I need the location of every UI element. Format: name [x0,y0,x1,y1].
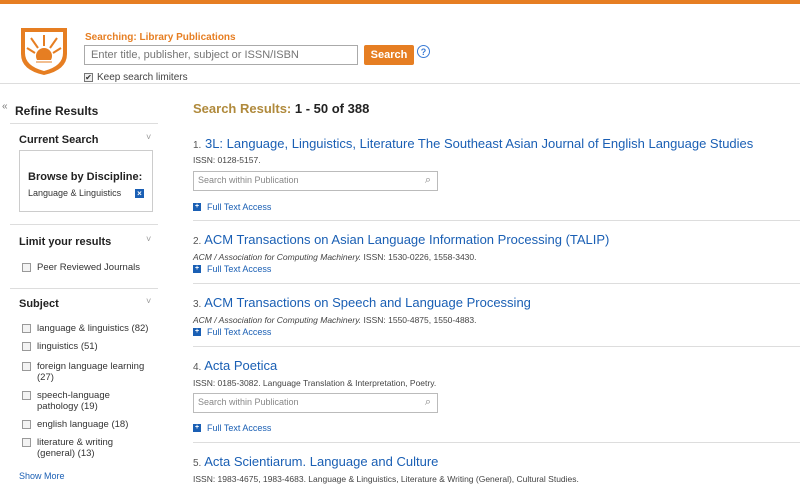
result-number: 3. [193,299,202,310]
result-title[interactable]: 5. Acta Scientiarum. Language and Cultur… [193,454,438,469]
help-icon[interactable]: ? [417,45,430,58]
subject-option[interactable]: speech-language pathology (19) [22,390,152,412]
search-within-placeholder: Search within Publication [198,175,299,185]
divider [10,123,158,124]
limit-results-heading[interactable]: Limit your results [19,236,111,248]
subject-label: language & linguistics (82) [37,323,149,334]
browse-value-label: Language & Linguistics [28,188,122,198]
subject-label: foreign language learning (27) [37,361,145,383]
header: Searching: Library Publications Search ?… [0,4,800,84]
search-within-input[interactable]: Search within Publication ⌕ [193,393,438,413]
result-number: 1. [193,140,202,151]
checkbox[interactable] [22,324,31,333]
results-range: 1 - 50 of 388 [294,101,370,116]
checkbox[interactable] [22,263,31,272]
peer-reviewed-label: Peer Reviewed Journals [37,262,140,273]
subject-heading[interactable]: Subject [19,298,59,310]
result-number: 2. [193,236,202,247]
results-heading: Search Results: 1 - 50 of 388 [193,101,369,116]
subject-option[interactable]: literature & writing (general) (13) [22,437,152,459]
result-meta: ISSN: 0185-3082. Language Translation & … [193,378,437,388]
browse-value: Language & Linguistics × [28,188,144,198]
plus-icon: + [193,328,201,336]
subject-option[interactable]: language & linguistics (82) [22,323,152,334]
subject-option[interactable]: linguistics (51) [22,341,152,352]
checkbox[interactable] [22,362,31,371]
full-text-label[interactable]: Full Text Access [207,423,271,433]
result-issn: ISSN: 1530-0226, 1558-3430. [361,252,477,262]
full-text-access-link[interactable]: + Full Text Access [193,423,271,433]
result-divider [193,346,800,347]
divider [10,224,158,225]
subject-label: linguistics (51) [37,341,98,352]
browse-title: Browse by Discipline: [28,171,143,183]
result-number: 5. [193,458,202,469]
full-text-label[interactable]: Full Text Access [207,202,271,212]
checkbox[interactable] [22,420,31,429]
result-meta: ISSN: 1983-4675, 1983-4683. Language & L… [193,474,579,484]
remove-filter-icon[interactable]: × [135,188,144,198]
subject-label: speech-language pathology (19) [37,390,110,412]
checkbox[interactable] [22,391,31,400]
refine-results-title: Refine Results [15,104,99,118]
result-title-text[interactable]: 3L: Language, Linguistics, Literature Th… [205,136,753,151]
collapse-sidebar-button[interactable]: « [2,101,8,112]
keep-limiters-option[interactable]: ✔ Keep search limiters [84,72,188,83]
full-text-label[interactable]: Full Text Access [207,327,271,337]
plus-icon: + [193,203,201,211]
plus-icon: + [193,265,201,273]
result-issn: ISSN: 1550-4875, 1550-4883. [361,315,477,325]
chevron-down-icon[interactable]: ˅ [146,132,151,142]
result-number: 4. [193,362,202,373]
result-meta: ACM / Association for Computing Machiner… [193,315,477,325]
subject-label: literature & writing (general) (13) [37,437,114,459]
search-button[interactable]: Search [364,45,414,65]
chevron-down-icon[interactable]: ˅ [146,234,151,244]
chevron-down-icon[interactable]: ˅ [146,296,151,306]
result-meta: ISSN: 0128-5157. [193,155,261,165]
full-text-access-link[interactable]: + Full Text Access [193,202,271,212]
library-logo [21,28,67,75]
full-text-label[interactable]: Full Text Access [207,264,271,274]
search-icon[interactable]: ⌕ [425,174,431,187]
peer-reviewed-option[interactable]: Peer Reviewed Journals [22,262,152,273]
result-divider [193,442,800,443]
subject-option[interactable]: english language (18) [22,419,152,430]
result-title-text[interactable]: ACM Transactions on Speech and Language … [204,295,531,310]
current-search-box: Browse by Discipline: Language & Linguis… [19,150,153,212]
current-search-heading[interactable]: Current Search [19,134,98,146]
full-text-access-link[interactable]: + Full Text Access [193,264,271,274]
result-divider [193,220,800,221]
search-within-input[interactable]: Search within Publication ⌕ [193,171,438,191]
search-icon[interactable]: ⌕ [425,396,431,409]
result-title[interactable]: 4. Acta Poetica [193,358,277,373]
checkbox[interactable] [22,342,31,351]
checkbox-checked-icon[interactable]: ✔ [84,73,93,82]
subject-option[interactable]: foreign language learning (27) [22,361,152,383]
plus-icon: + [193,424,201,432]
divider [10,288,158,289]
show-more-link[interactable]: Show More [19,471,65,481]
result-title[interactable]: 1. 3L: Language, Linguistics, Literature… [193,136,753,151]
checkbox[interactable] [22,438,31,447]
result-publisher: ACM / Association for Computing Machiner… [193,252,362,262]
keep-limiters-label: Keep search limiters [97,72,188,83]
result-title-text[interactable]: Acta Scientiarum. Language and Culture [204,454,438,469]
full-text-access-link[interactable]: + Full Text Access [193,327,271,337]
result-title-text[interactable]: Acta Poetica [204,358,277,373]
searching-label: Searching: Library Publications [85,32,236,43]
result-divider [193,283,800,284]
result-title[interactable]: 2. ACM Transactions on Asian Language In… [193,232,609,247]
results-heading-label: Search Results: [193,101,292,116]
search-within-placeholder: Search within Publication [198,397,299,407]
result-title[interactable]: 3. ACM Transactions on Speech and Langua… [193,295,531,310]
result-meta: ACM / Association for Computing Machiner… [193,252,477,262]
result-publisher: ACM / Association for Computing Machiner… [193,315,362,325]
result-title-text[interactable]: ACM Transactions on Asian Language Infor… [204,232,609,247]
subject-label: english language (18) [37,419,129,430]
search-input[interactable] [84,45,358,65]
